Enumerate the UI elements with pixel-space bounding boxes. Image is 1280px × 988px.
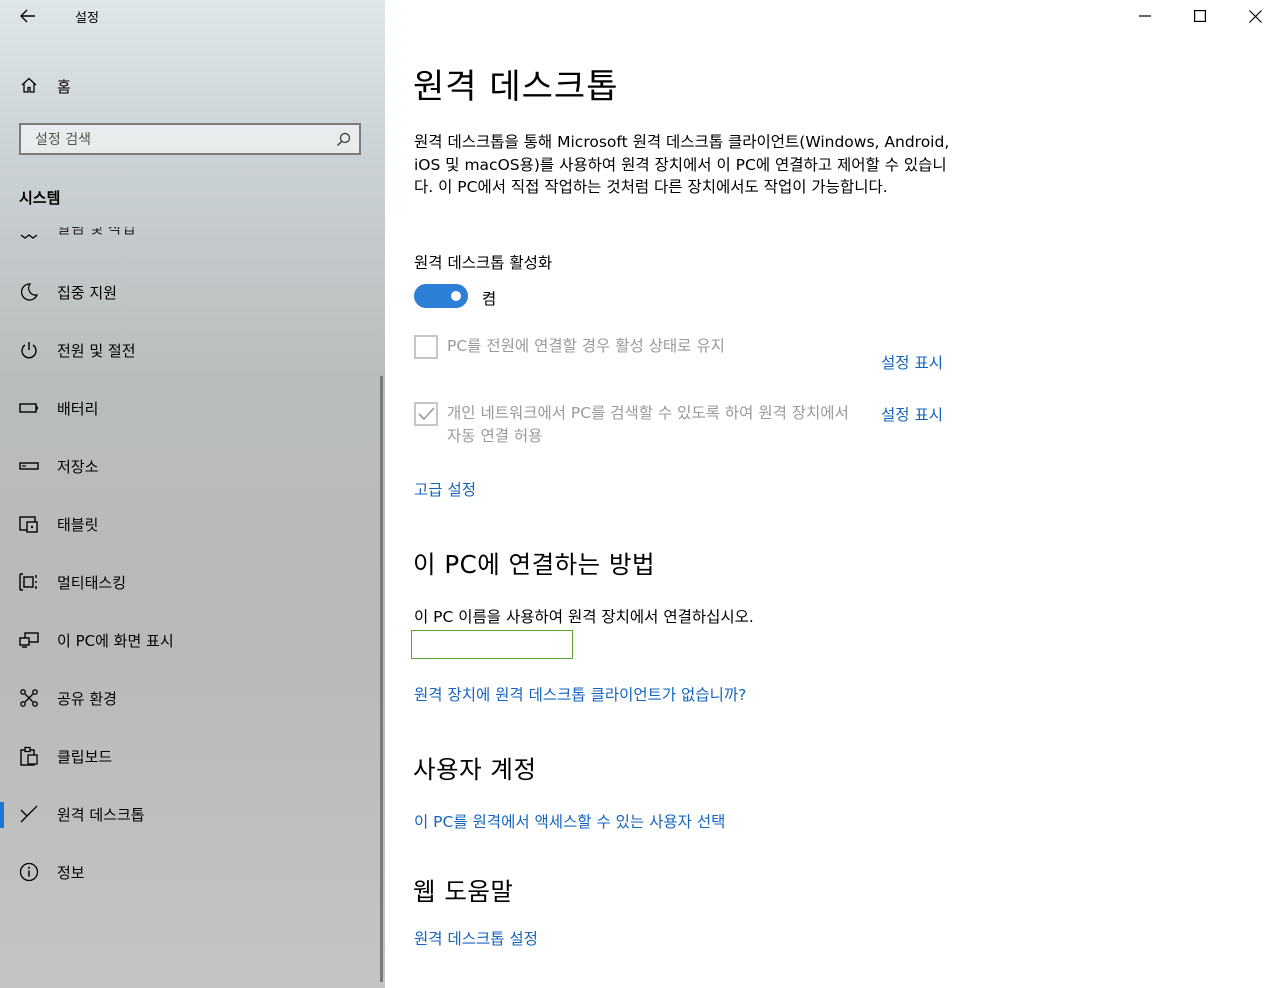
select-users-link[interactable]: 이 PC를 원격에서 액세스할 수 있는 사용자 선택: [414, 810, 725, 832]
sidebar: 설정 홈 시스템 알림 및 작업 집중 지원 전원 및 절전 배터리 저장소 태…: [0, 0, 385, 988]
sidebar-item-label: 원격 데스크톱: [57, 806, 145, 824]
keep-awake-label: PC를 전원에 연결할 경우 활성 상태로 유지: [447, 337, 725, 355]
storage-icon: [19, 462, 39, 470]
connect-heading: 이 PC에 연결하는 방법: [413, 550, 656, 579]
selection-indicator: [0, 802, 4, 828]
maximize-icon: [1194, 10, 1206, 22]
home-icon: [21, 77, 37, 93]
moon-icon: [21, 283, 39, 301]
multitasking-icon: [19, 573, 37, 591]
remote-desktop-help-link[interactable]: 원격 데스크톱 설정: [414, 927, 538, 949]
maximize-button[interactable]: [1177, 0, 1223, 32]
sidebar-item-label: 공유 환경: [57, 690, 117, 708]
sidebar-item-battery[interactable]: 배터리: [0, 388, 385, 428]
sidebar-section-title: 시스템: [19, 189, 61, 207]
sidebar-item-clipped[interactable]: 알림 및 작업: [0, 227, 385, 243]
user-accounts-heading: 사용자 계정: [413, 755, 537, 784]
sidebar-item-label: 전원 및 절전: [57, 342, 136, 360]
remote-desktop-icon: [20, 805, 38, 823]
sidebar-item-storage[interactable]: 저장소: [0, 446, 385, 486]
sidebar-item-tablet[interactable]: 태블릿: [0, 504, 385, 544]
search-input[interactable]: [33, 129, 327, 151]
sidebar-item-clipboard[interactable]: 클립보드: [0, 736, 385, 776]
main-content: 원격 데스크톱 원격 데스크톱을 통해 Microsoft 원격 데스크톱 클라…: [385, 0, 1280, 988]
sidebar-item-label: 홈: [57, 78, 71, 96]
clipboard-icon: [20, 746, 38, 766]
sidebar-item-home[interactable]: 홈: [0, 68, 385, 102]
back-arrow-icon: [20, 9, 35, 23]
remote-desktop-toggle[interactable]: [414, 284, 468, 308]
info-icon: [19, 862, 39, 882]
page-title: 원격 데스크톱: [413, 67, 619, 107]
pc-name-field[interactable]: [411, 630, 573, 659]
sidebar-item-label: 저장소: [57, 458, 99, 476]
power-icon: [21, 342, 37, 359]
discoverable-label: 개인 네트워크에서 PC를 검색할 수 있도록 하여 원격 장치에서 자동 연결…: [447, 404, 849, 445]
sidebar-item-project-to-pc[interactable]: 이 PC에 화면 표시: [0, 620, 385, 660]
sidebar-item-focus-assist[interactable]: 집중 지원: [0, 272, 385, 312]
keep-awake-checkbox[interactable]: [414, 335, 438, 359]
close-icon: [1248, 9, 1262, 23]
sidebar-item-label: 이 PC에 화면 표시: [57, 632, 174, 650]
battery-icon: [19, 403, 38, 413]
minimize-icon: [1139, 15, 1151, 17]
sidebar-item-label: 집중 지원: [57, 284, 117, 302]
notification-icon: [20, 234, 38, 239]
tablet-icon: [19, 516, 38, 533]
sidebar-item-label: 배터리: [57, 400, 99, 418]
sidebar-item-multitasking[interactable]: 멀티태스킹: [0, 562, 385, 602]
show-settings-link-2[interactable]: 설정 표시: [881, 403, 943, 425]
no-client-link[interactable]: 원격 장치에 원격 데스크톱 클라이언트가 없습니까?: [414, 683, 746, 705]
sidebar-item-about[interactable]: 정보: [0, 852, 385, 892]
search-icon[interactable]: [336, 132, 351, 147]
sidebar-item-remote-desktop[interactable]: 원격 데스크톱: [0, 794, 385, 834]
share-icon: [20, 689, 38, 707]
sidebar-item-label: 멀티태스킹: [57, 574, 127, 592]
app-title: 설정: [75, 11, 99, 26]
sidebar-item-label: 태블릿: [57, 516, 99, 534]
sidebar-item-shared-experiences[interactable]: 공유 환경: [0, 678, 385, 718]
web-help-heading: 웹 도움말: [413, 877, 514, 906]
page-description: 원격 데스크톱을 통해 Microsoft 원격 데스크톱 클라이언트(Wind…: [414, 133, 950, 196]
sidebar-scrollbar[interactable]: [380, 376, 383, 982]
search-box[interactable]: [19, 123, 361, 155]
advanced-settings-link[interactable]: 고급 설정: [414, 478, 476, 500]
back-button[interactable]: [14, 4, 42, 28]
discoverable-checkbox[interactable]: [414, 402, 438, 426]
sidebar-item-label: 클립보드: [57, 748, 113, 766]
sidebar-item-label: 정보: [57, 864, 85, 882]
project-icon: [19, 632, 39, 648]
close-button[interactable]: [1232, 0, 1278, 32]
minimize-button[interactable]: [1122, 0, 1168, 32]
toggle-knob: [451, 291, 461, 301]
connect-instructions: 이 PC 이름을 사용하여 원격 장치에서 연결하십시오.: [414, 608, 754, 626]
sidebar-item-power-sleep[interactable]: 전원 및 절전: [0, 330, 385, 370]
sidebar-item-label: 알림 및 작업: [57, 227, 136, 237]
enable-remote-desktop-label: 원격 데스크톱 활성화: [414, 254, 553, 272]
checkmark-icon: [418, 407, 435, 421]
show-settings-link-1[interactable]: 설정 표시: [881, 351, 943, 373]
toggle-state-label: 켬: [482, 290, 497, 308]
